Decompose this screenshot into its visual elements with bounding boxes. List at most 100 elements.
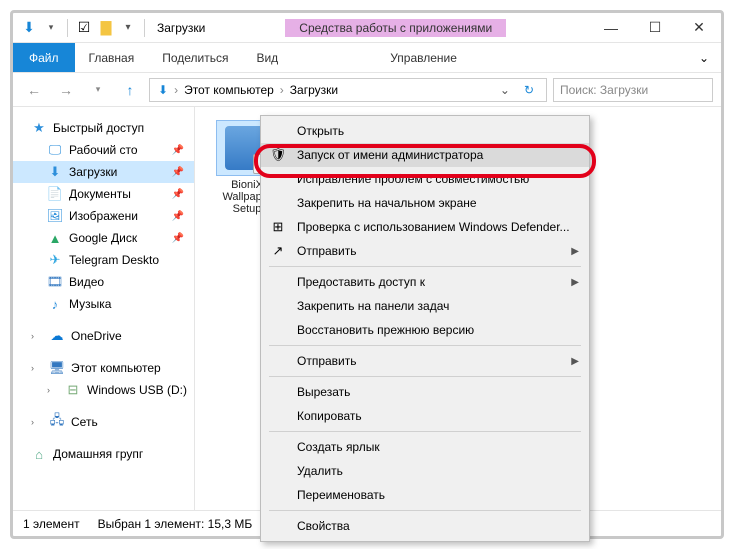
sidebar-item-pictures[interactable]: 🖼Изображени📌 — [13, 205, 194, 227]
pin-icon: 📌 — [172, 233, 184, 244]
minimize-button[interactable]: — — [589, 14, 633, 42]
context-menu-label: Отправить — [297, 354, 357, 368]
context-menu-item[interactable]: Копировать — [261, 404, 589, 428]
breadcrumb-segment[interactable]: Этот компьютер — [180, 83, 278, 97]
context-menu-item[interactable]: Открыть — [261, 119, 589, 143]
context-menu-item[interactable]: Закрепить на панели задач — [261, 294, 589, 318]
sidebar-item-downloads[interactable]: ⬇Загрузки📌 — [13, 161, 194, 183]
context-menu-item[interactable]: 🛡Запуск от имени администратора — [261, 143, 589, 167]
context-menu-label: Копировать — [297, 409, 362, 423]
context-menu-item[interactable]: ↗ Отправить ▶ — [261, 239, 589, 263]
sidebar-item-label: Музыка — [69, 297, 111, 311]
qat-overflow-icon[interactable]: ▾ — [118, 18, 138, 38]
chevron-right-icon: ▶ — [571, 277, 579, 288]
context-menu-label: Создать ярлык — [297, 440, 380, 454]
context-menu-label: Закрепить на панели задач — [297, 299, 449, 313]
context-menu-label: Предоставить доступ к — [297, 275, 425, 289]
ribbon-expand-icon[interactable]: ⌄ — [687, 43, 721, 72]
onedrive-icon: ☁ — [49, 328, 65, 344]
context-menu-item[interactable]: Предоставить доступ к ▶ — [261, 270, 589, 294]
tab-manage[interactable]: Управление — [360, 43, 487, 72]
close-button[interactable]: ✕ — [677, 14, 721, 42]
forward-button[interactable]: → — [53, 77, 79, 103]
breadcrumb-dropdown-icon[interactable]: ⌄ — [494, 83, 516, 97]
breadcrumb-segment[interactable]: Загрузки — [286, 83, 342, 97]
maximize-button[interactable]: ☐ — [633, 14, 677, 42]
back-button[interactable]: ← — [21, 77, 47, 103]
sidebar-homegroup[interactable]: ⌂ Домашняя групг — [13, 443, 194, 465]
sidebar-item-telegram[interactable]: ✈ Telegram Deskto — [13, 249, 194, 271]
breadcrumb[interactable]: ⬇ › Этот компьютер › Загрузки ⌄ ↻ — [149, 78, 547, 102]
context-menu-item[interactable]: Вырезать — [261, 380, 589, 404]
sidebar-item-label: Изображени — [69, 209, 138, 223]
context-menu-label: Исправление проблем с совместимостью — [297, 172, 529, 186]
context-menu-item[interactable]: Закрепить на начальном экране — [261, 191, 589, 215]
search-placeholder: Поиск: Загрузки — [560, 83, 648, 97]
search-input[interactable]: Поиск: Загрузки — [553, 78, 713, 102]
sidebar-item-documents[interactable]: 📄 Документы 📌 — [13, 183, 194, 205]
context-menu-label: Закрепить на начальном экране — [297, 196, 477, 210]
ribbon: Файл Главная Поделиться Вид Управление ⌄ — [13, 43, 721, 73]
sidebar-item-label: Документы — [69, 187, 131, 201]
properties-qat-icon[interactable]: ☑ — [74, 18, 94, 38]
pin-icon: 📌 — [172, 189, 184, 200]
videos-icon: 🎞 — [47, 274, 63, 290]
sidebar-item-label: Видео — [69, 275, 104, 289]
context-menu-item[interactable]: Отправить ▶ — [261, 349, 589, 373]
sidebar-item-gdrive[interactable]: ▲Google Диск📌 — [13, 227, 194, 249]
tab-view[interactable]: Вид — [242, 43, 292, 72]
title-bar: ⬇ ▾ ☑ ▇ ▾ Загрузки Средства работы с при… — [13, 13, 721, 43]
tab-share[interactable]: Поделиться — [148, 43, 242, 72]
breadcrumb-root-icon[interactable]: ⬇ — [154, 83, 172, 97]
sidebar-label: Windows USB (D:) — [87, 383, 187, 397]
status-selection: Выбран 1 элемент: 15,3 МБ — [98, 517, 253, 531]
sidebar-usb[interactable]: › ⊟ Windows USB (D:) — [13, 379, 194, 401]
sidebar-label: Домашняя групг — [53, 447, 143, 461]
sidebar-onedrive[interactable]: › ☁ OneDrive — [13, 325, 194, 347]
refresh-icon[interactable]: ↻ — [516, 83, 542, 97]
dropdown-icon[interactable]: ▾ — [41, 18, 61, 38]
context-menu-label: Свойства — [297, 519, 350, 533]
context-menu-label: Открыть — [297, 124, 344, 138]
context-menu-item[interactable]: ⊞Проверка с использованием Windows Defen… — [261, 215, 589, 239]
context-menu-item[interactable]: Создать ярлык — [261, 435, 589, 459]
sidebar-item-music[interactable]: ♪ Музыка — [13, 293, 194, 315]
sidebar-item-desktop[interactable]: 🖵Рабочий сто📌 — [13, 139, 194, 161]
sidebar-label: Быстрый доступ — [53, 121, 144, 135]
telegram-icon: ✈ — [47, 252, 63, 268]
share-icon: ↗ — [269, 243, 287, 259]
status-count: 1 элемент — [23, 517, 80, 531]
sidebar-thispc[interactable]: › 🖥 Этот компьютер — [13, 357, 194, 379]
contextual-tools-label: Средства работы с приложениями — [285, 19, 506, 37]
context-menu-item[interactable]: Исправление проблем с совместимостью — [261, 167, 589, 191]
sidebar-label: OneDrive — [71, 329, 122, 343]
documents-icon: 📄 — [47, 186, 63, 202]
sidebar-quick-access[interactable]: ★ Быстрый доступ — [13, 117, 194, 139]
context-menu-label: Восстановить прежнюю версию — [297, 323, 474, 337]
sidebar-network[interactable]: › 🖧 Сеть — [13, 411, 194, 433]
music-icon: ♪ — [47, 296, 63, 312]
context-menu-item[interactable]: Удалить — [261, 459, 589, 483]
down-arrow-icon[interactable]: ⬇ — [19, 18, 39, 38]
navigation-pane: ★ Быстрый доступ 🖵Рабочий сто📌⬇Загрузки📌… — [13, 107, 195, 510]
desktop-icon: 🖵 — [47, 142, 63, 158]
window-title: Загрузки — [151, 21, 205, 35]
context-menu-item[interactable]: Переименовать — [261, 483, 589, 507]
context-menu-label: Переименовать — [297, 488, 385, 502]
context-menu-label: Отправить — [297, 244, 357, 258]
up-button[interactable]: ↑ — [117, 77, 143, 103]
recent-dropdown-icon[interactable]: ▾ — [85, 77, 111, 103]
sidebar-label: Сеть — [71, 415, 98, 429]
context-menu-label: Удалить — [297, 464, 343, 478]
defender-icon: ⊞ — [269, 219, 287, 235]
folder-qat-icon[interactable]: ▇ — [96, 18, 116, 38]
context-menu-item[interactable]: Восстановить прежнюю версию — [261, 318, 589, 342]
context-menu-label: Вырезать — [297, 385, 350, 399]
file-menu[interactable]: Файл — [13, 43, 75, 72]
chevron-right-icon: ▶ — [571, 356, 579, 367]
context-menu-item[interactable]: Свойства — [261, 514, 589, 538]
tab-home[interactable]: Главная — [75, 43, 149, 72]
sidebar-item-label: Telegram Deskto — [69, 253, 159, 267]
chevron-right-icon: ▶ — [571, 246, 579, 257]
sidebar-item-videos[interactable]: 🎞 Видео — [13, 271, 194, 293]
